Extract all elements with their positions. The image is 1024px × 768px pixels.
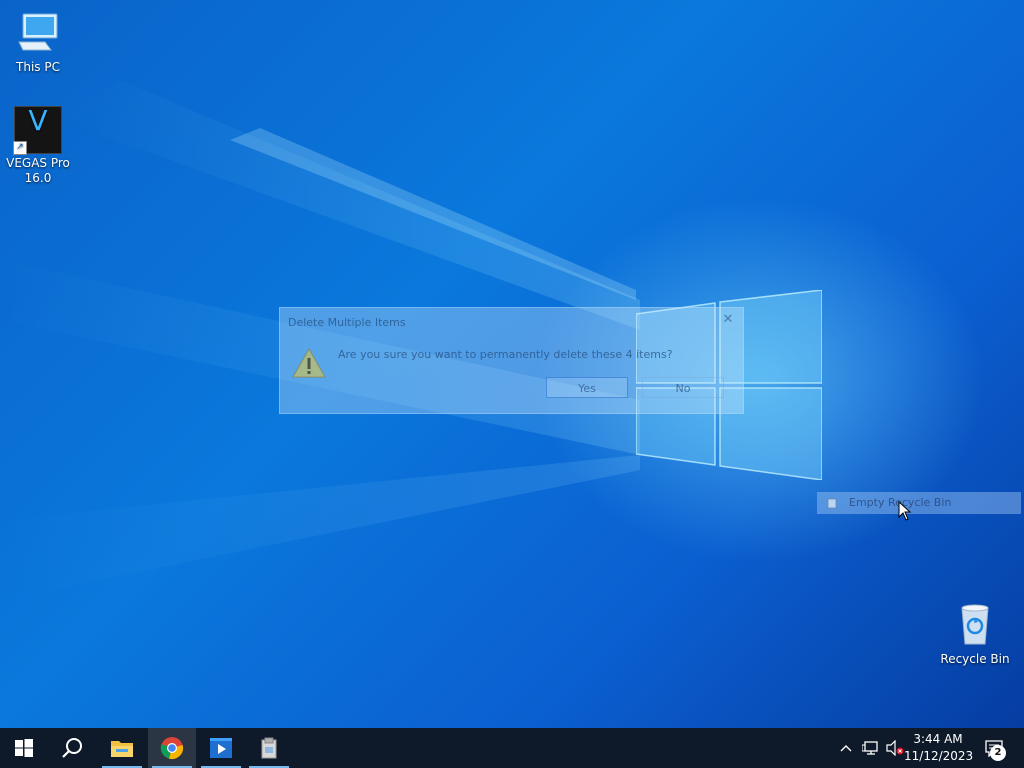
warning-icon (292, 347, 326, 378)
recycle-bin-icon (961, 604, 989, 645)
media-player-icon (210, 738, 232, 758)
clock-time: 3:44 AM (913, 732, 963, 746)
start-button[interactable] (0, 728, 48, 768)
recycle-bin-desktop-icon[interactable]: Recycle Bin (937, 602, 1013, 667)
chevron-up-icon (840, 745, 852, 752)
recycle-bin-small-icon (827, 498, 837, 509)
volume-tray-button[interactable] (884, 728, 906, 768)
file-explorer-taskbar-button[interactable] (98, 728, 146, 768)
chrome-icon (160, 737, 184, 760)
dialog-title: Delete Multiple Items (288, 316, 406, 329)
clock-date: 11/12/2023 (904, 749, 974, 763)
file-explorer-icon (111, 741, 133, 757)
show-hidden-icons-button[interactable] (836, 728, 856, 768)
shortcut-arrow-icon: ↗ (13, 141, 27, 155)
network-icon (862, 741, 878, 755)
this-pc-desktop-icon[interactable]: This PC (0, 10, 76, 75)
search-button[interactable] (48, 728, 96, 768)
vegas-pro-icon: V ↗ (13, 104, 62, 155)
delete-multiple-items-dialog: Delete Multiple Items ✕ Are you sure you… (279, 307, 744, 414)
installer-icon (261, 737, 277, 759)
dialog-message: Are you sure you want to permanently del… (338, 348, 673, 361)
vegas-pro-label: VEGAS Pro 16.0 (6, 156, 70, 185)
taskbar: 3:44 AM 11/12/2023 (0, 728, 1024, 768)
volume-muted-icon (886, 740, 904, 756)
context-menu-item-empty-recycle-bin[interactable]: Empty Recycle Bin (817, 492, 1021, 514)
mouse-cursor-icon (898, 501, 912, 521)
installer-taskbar-button[interactable] (245, 728, 293, 768)
desktop: This PC V ↗ VEGAS Pro 16.0 Recycle Bin D… (0, 0, 1024, 728)
vegas-pro-desktop-icon[interactable]: V ↗ VEGAS Pro 16.0 (0, 106, 76, 186)
taskbar-clock[interactable]: 3:44 AM 11/12/2023 (904, 731, 974, 765)
dialog-close-button[interactable]: ✕ (719, 311, 737, 329)
start-icon (15, 739, 33, 757)
vegas-glyph: V (28, 104, 48, 137)
network-tray-button[interactable] (860, 728, 882, 768)
this-pc-label: This PC (16, 60, 60, 74)
search-icon (62, 738, 82, 758)
media-player-taskbar-button[interactable] (197, 728, 245, 768)
recycle-bin-label: Recycle Bin (940, 652, 1010, 666)
yes-button[interactable]: Yes (546, 377, 628, 398)
notification-count-badge: 2 (990, 745, 1006, 761)
no-button[interactable]: No (642, 377, 724, 398)
chrome-taskbar-button[interactable] (148, 728, 196, 768)
computer-icon (18, 13, 58, 51)
